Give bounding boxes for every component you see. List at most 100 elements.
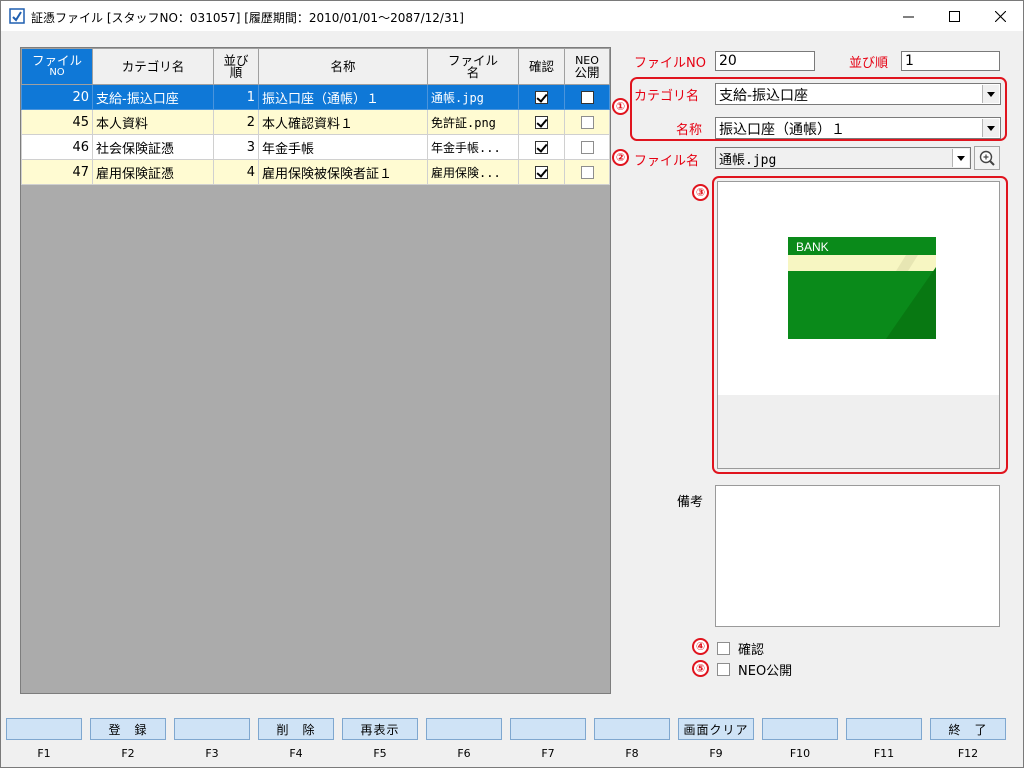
confirm-check-row[interactable]: 確認 <box>717 639 764 658</box>
memo-textarea[interactable] <box>715 485 1000 627</box>
confirm-form-checkbox[interactable] <box>717 642 730 655</box>
column-header-confirm[interactable]: 確認 <box>518 48 565 85</box>
neo-form-checkbox[interactable] <box>717 663 730 676</box>
f6-button[interactable] <box>426 718 502 740</box>
bank-text: BANK <box>796 240 829 254</box>
neo-check-row[interactable]: NEO公開 <box>717 660 792 679</box>
maximize-icon <box>948 10 960 22</box>
order-field[interactable]: 1 <box>901 51 1000 71</box>
chevron-down-icon <box>957 155 965 161</box>
column-header-category[interactable]: カテゴリ名 <box>92 48 214 85</box>
cell-confirm[interactable] <box>518 134 565 160</box>
f5-refresh-button[interactable]: 再表示 <box>342 718 418 740</box>
column-header-neo[interactable]: NEO 公開 <box>564 48 610 85</box>
f4-delete-button[interactable]: 削 除 <box>258 718 334 740</box>
cell-neo[interactable] <box>564 159 610 185</box>
cell-category: 雇用保険証憑 <box>92 159 214 185</box>
cell-name: 雇用保険被保険者証１ <box>258 159 428 185</box>
file-no-field[interactable]: 20 <box>715 51 815 71</box>
cell-neo[interactable] <box>564 109 610 135</box>
f12-exit-button[interactable]: 終 了 <box>930 718 1006 740</box>
f4-key-label: F4 <box>289 747 303 760</box>
f9-clear-button[interactable]: 画面クリア <box>678 718 754 740</box>
confirm-checkbox[interactable] <box>535 90 548 104</box>
cell-order: 2 <box>213 109 259 135</box>
neo-checkbox[interactable] <box>580 90 594 104</box>
f8-key-label: F8 <box>625 747 639 760</box>
cell-confirm[interactable] <box>518 159 565 185</box>
cell-order: 3 <box>213 134 259 160</box>
category-select[interactable]: 支給-振込口座 <box>715 83 1001 105</box>
f1-key-label: F1 <box>37 747 51 760</box>
filename-dropdown-button[interactable] <box>952 149 969 167</box>
minimize-icon <box>902 16 914 17</box>
close-button[interactable] <box>977 1 1023 31</box>
cell-file-no: 45 <box>21 109 93 135</box>
name-select[interactable]: 振込口座（通帳）１ <box>715 117 1001 139</box>
marker-2: ② <box>612 149 629 166</box>
filename-select[interactable]: 通帳.jpg <box>715 147 971 169</box>
table-row[interactable]: 47 雇用保険証憑 4 雇用保険被保険者証１ 雇用保険... <box>21 159 610 185</box>
image-preview[interactable]: BANK <box>717 181 1000 469</box>
file-grid[interactable]: ファイル NO カテゴリ名 並び 順 名称 ファイル 名 確認 NEO 公開 2… <box>20 47 611 694</box>
maximize-button[interactable] <box>931 1 977 31</box>
neo-checkbox[interactable] <box>580 140 594 154</box>
cell-neo[interactable] <box>564 134 610 160</box>
f1-button[interactable] <box>6 718 82 740</box>
category-dropdown-button[interactable] <box>982 85 999 103</box>
f2-register-button[interactable]: 登 録 <box>90 718 166 740</box>
f11-button[interactable] <box>846 718 922 740</box>
table-row[interactable]: 46 社会保険証憑 3 年金手帳 年金手帳... <box>21 134 610 160</box>
title-bar: 証憑ファイル [スタッフNO：031057] [履歴期間：2010/01/01～… <box>1 1 1023 31</box>
f3-key-label: F3 <box>205 747 219 760</box>
file-no-label: ファイルNO <box>634 56 706 71</box>
name-label: 名称 <box>676 123 703 138</box>
marker-3: ③ <box>692 184 709 201</box>
cell-filename: 雇用保険... <box>427 159 519 185</box>
f10-button[interactable] <box>762 718 838 740</box>
name-dropdown-button[interactable] <box>982 119 999 137</box>
column-header-name[interactable]: 名称 <box>258 48 428 85</box>
cell-confirm[interactable] <box>518 109 565 135</box>
filename-label: ファイル名 <box>634 154 700 169</box>
category-select-value: 支給-振込口座 <box>719 88 809 104</box>
f3-button[interactable] <box>174 718 250 740</box>
f10-key-label: F10 <box>789 747 811 760</box>
confirm-checkbox[interactable] <box>535 165 548 179</box>
column-header-filename[interactable]: ファイル 名 <box>427 48 519 85</box>
cell-category: 支給-振込口座 <box>92 84 214 110</box>
f12-key-label: F12 <box>957 747 979 760</box>
f2-key-label: F2 <box>121 747 135 760</box>
f7-key-label: F7 <box>541 747 555 760</box>
column-header-order[interactable]: 並び 順 <box>213 48 259 85</box>
zoom-button[interactable] <box>974 146 1000 170</box>
f5-key-label: F5 <box>373 747 387 760</box>
minimize-button[interactable] <box>885 1 931 31</box>
cell-category: 本人資料 <box>92 109 214 135</box>
chevron-down-icon <box>987 125 995 131</box>
neo-checkbox[interactable] <box>580 115 594 129</box>
table-row[interactable]: 20 支給-振込口座 1 振込口座（通帳）１ 通帳.jpg <box>21 84 610 110</box>
cell-neo[interactable] <box>564 84 610 110</box>
confirm-form-label: 確認 <box>738 643 765 658</box>
cell-filename: 免許証.png <box>427 109 519 135</box>
f7-button[interactable] <box>510 718 586 740</box>
marker-4: ④ <box>692 638 709 655</box>
cell-file-no: 46 <box>21 134 93 160</box>
cell-confirm[interactable] <box>518 84 565 110</box>
cell-file-no: 47 <box>21 159 93 185</box>
marker-1: ① <box>612 98 629 115</box>
marker-5: ⑤ <box>692 660 709 677</box>
category-label: カテゴリ名 <box>634 89 700 104</box>
preview-footer <box>718 395 999 468</box>
table-row[interactable]: 45 本人資料 2 本人確認資料１ 免許証.png <box>21 109 610 135</box>
column-header-file-no[interactable]: ファイル NO <box>21 48 93 85</box>
bank-passbook-image: BANK <box>788 237 936 339</box>
confirm-checkbox[interactable] <box>535 115 548 129</box>
cell-filename: 年金手帳... <box>427 134 519 160</box>
f8-button[interactable] <box>594 718 670 740</box>
grid-header-row: ファイル NO カテゴリ名 並び 順 名称 ファイル 名 確認 NEO 公開 <box>21 48 610 85</box>
neo-checkbox[interactable] <box>580 165 594 179</box>
chevron-down-icon <box>987 91 995 97</box>
confirm-checkbox[interactable] <box>535 140 548 154</box>
